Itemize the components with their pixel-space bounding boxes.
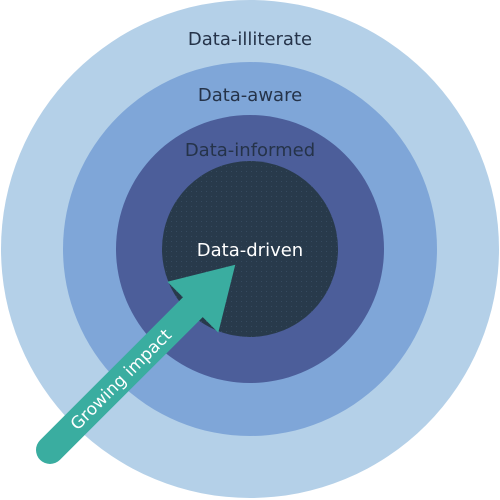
concentric-diagram: Data-illiterate Data-aware Data-informed… — [0, 0, 500, 500]
ring-label-data-informed: Data-informed — [185, 140, 315, 161]
diagram-canvas: Data-illiterate Data-aware Data-informed… — [1, 0, 499, 498]
ring-label-data-driven: Data-driven — [197, 240, 303, 261]
ring-label-data-aware: Data-aware — [198, 85, 302, 106]
ring-label-data-illiterate: Data-illiterate — [188, 29, 312, 50]
